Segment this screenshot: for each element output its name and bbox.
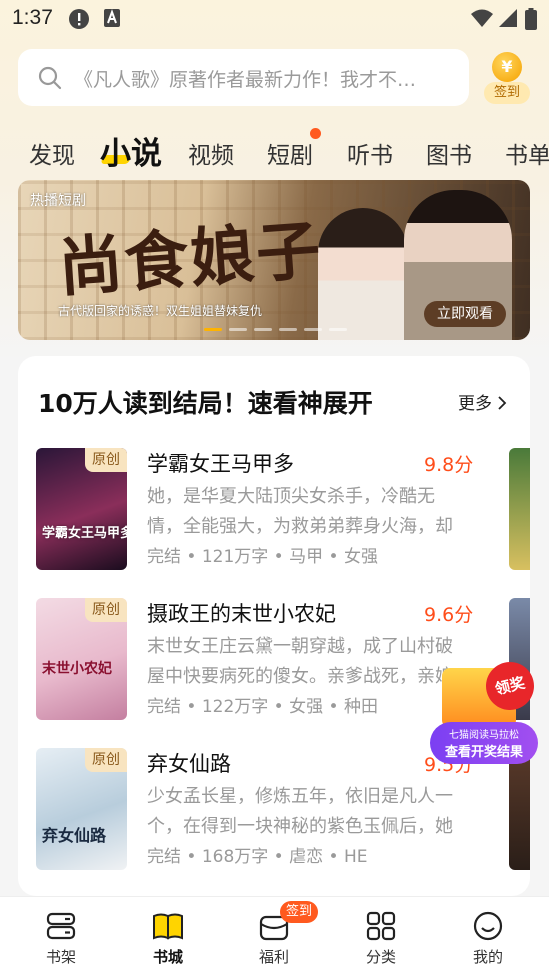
nav-profile[interactable]: 我的 bbox=[438, 897, 538, 977]
alert-icon bbox=[69, 9, 89, 29]
banner-pagination bbox=[204, 328, 364, 332]
promo-line2: 查看开奖结果 bbox=[444, 745, 523, 760]
pagination-dot bbox=[279, 328, 297, 331]
bookshelf-icon bbox=[46, 912, 76, 940]
tab-audiobook[interactable]: 听书 bbox=[347, 136, 393, 170]
book-score: 9.6分 bbox=[424, 604, 474, 626]
profile-icon bbox=[473, 911, 503, 941]
nav-welfare[interactable]: 福利 签到 bbox=[224, 897, 324, 977]
search-icon bbox=[38, 66, 62, 90]
bookstore-icon bbox=[153, 913, 183, 940]
font-icon bbox=[104, 9, 120, 27]
tab-novel[interactable]: 小说 bbox=[100, 128, 162, 173]
nav-label: 分类 bbox=[365, 948, 396, 966]
tab-video[interactable]: 视频 bbox=[188, 136, 234, 170]
nav-bookshelf[interactable]: 书架 bbox=[11, 897, 111, 977]
book-meta: 完结 • 122万字 • 女强 • 种田 bbox=[147, 697, 378, 717]
cover-title: 弃女仙路 bbox=[42, 826, 107, 845]
next-book-cover[interactable] bbox=[509, 448, 530, 570]
book-description: 她，是华夏大陆顶尖女杀手，冷酷无情，全能强大，为救弟弟葬身火海，却 bbox=[147, 486, 453, 537]
book-description: 少女孟长星，修炼五年，依旧是凡人一个，在得到一块神秘的紫色玉佩后，她 bbox=[147, 786, 453, 837]
tab-booklist[interactable]: 书单 bbox=[505, 136, 549, 170]
next-book-cover[interactable] bbox=[509, 748, 530, 870]
nav-label: 书架 bbox=[45, 948, 76, 966]
nav-category[interactable]: 分类 bbox=[331, 897, 431, 977]
sign-in-badge: 签到 bbox=[280, 901, 318, 923]
book-item[interactable]: 学霸女王马甲多 原创 学霸女王马甲多 9.8分 她，是华夏大陆顶尖女杀手，冷酷无… bbox=[36, 448, 530, 572]
sign-in-button[interactable]: ¥ 签到 bbox=[484, 50, 530, 104]
banner-subtitle: 古代版回家的诱惑！双生姐姐替妹复仇 bbox=[58, 304, 263, 318]
banner-tag: 热播短剧 bbox=[30, 193, 86, 209]
book-score: 9.8分 bbox=[424, 454, 474, 476]
category-tabs: 发现 小说 视频 短剧 听书 图书 书单 bbox=[0, 124, 549, 174]
book-title[interactable]: 弃女仙路 bbox=[147, 748, 231, 778]
book-cover[interactable]: 弃女仙路 原创 bbox=[36, 748, 127, 870]
watch-now-button[interactable]: 立即观看 bbox=[424, 301, 506, 327]
book-item[interactable]: 弃女仙路 原创 弃女仙路 9.5分 少女孟长星，修炼五年，依旧是凡人一个，在得到… bbox=[36, 748, 530, 872]
category-icon bbox=[366, 911, 396, 941]
original-badge: 原创 bbox=[85, 598, 127, 622]
nav-label: 福利 bbox=[258, 948, 289, 966]
pagination-dot bbox=[204, 328, 222, 331]
marathon-promo[interactable]: 领奖 七猫阅读马拉松 查看开奖结果 bbox=[430, 656, 540, 764]
status-time: 1:37 bbox=[12, 6, 53, 29]
book-meta: 完结 • 168万字 • 虐恋 • HE bbox=[147, 847, 368, 867]
book-title[interactable]: 学霸女王马甲多 bbox=[147, 448, 294, 478]
nav-bookstore[interactable]: 书城 bbox=[118, 897, 218, 977]
original-badge: 原创 bbox=[85, 748, 127, 772]
pagination-dot bbox=[304, 328, 322, 331]
nav-label: 我的 bbox=[472, 948, 503, 966]
tab-books[interactable]: 图书 bbox=[426, 136, 472, 170]
battery-icon bbox=[525, 8, 537, 30]
nav-label: 书城 bbox=[152, 948, 183, 966]
promo-banner[interactable]: 热播短剧 尚食娘子 古代版回家的诱惑！双生姐姐替妹复仇 立即观看 bbox=[18, 180, 530, 340]
book-cover[interactable]: 学霸女王马甲多 原创 bbox=[36, 448, 127, 570]
tab-discover[interactable]: 发现 bbox=[29, 136, 75, 170]
chevron-right-icon bbox=[498, 396, 507, 410]
pagination-dot bbox=[254, 328, 272, 331]
cover-title: 学霸女王马甲多 bbox=[42, 526, 127, 541]
section-title: 10万人读到结局！速看神展开 bbox=[38, 389, 373, 418]
promo-bar: 七猫阅读马拉松 查看开奖结果 bbox=[430, 722, 538, 764]
wifi-icon bbox=[471, 9, 493, 27]
book-meta: 完结 • 121万字 • 马甲 • 女强 bbox=[147, 547, 378, 567]
new-dot bbox=[310, 128, 321, 139]
signal-icon bbox=[499, 9, 517, 27]
bottom-nav: 书架 书城 福利 签到 分类 我的 bbox=[0, 896, 549, 977]
status-bar: 1:37 bbox=[0, 0, 549, 38]
banner-actress bbox=[318, 208, 408, 340]
more-link[interactable]: 更多 bbox=[458, 389, 507, 414]
cover-title: 末世小农妃 bbox=[42, 661, 112, 677]
promo-line1: 七猫阅读马拉松 bbox=[449, 730, 519, 741]
book-description: 末世女王庄云黛一朝穿越，成了山村破屋中快要病死的傻女。亲爹战死，亲娘 bbox=[147, 636, 453, 687]
sign-in-label: 签到 bbox=[484, 82, 530, 104]
more-label: 更多 bbox=[458, 394, 492, 414]
pagination-dot bbox=[229, 328, 247, 331]
coin-icon: ¥ bbox=[492, 52, 522, 82]
search-bar[interactable]: 《凡人歌》原著作者最新力作！我才不… bbox=[18, 49, 469, 106]
tab-short-drama[interactable]: 短剧 bbox=[267, 136, 313, 170]
book-cover[interactable]: 末世小农妃 原创 bbox=[36, 598, 127, 720]
pagination-dot bbox=[329, 328, 347, 331]
search-placeholder: 《凡人歌》原著作者最新力作！我才不… bbox=[74, 69, 417, 91]
recommend-card: 10万人读到结局！速看神展开 更多 学霸女王马甲多 原创 学霸女王马甲多 9.8… bbox=[18, 356, 530, 896]
banner-title: 尚食娘子 bbox=[56, 212, 325, 307]
book-title[interactable]: 摄政王的末世小农妃 bbox=[147, 598, 336, 628]
original-badge: 原创 bbox=[85, 448, 127, 472]
